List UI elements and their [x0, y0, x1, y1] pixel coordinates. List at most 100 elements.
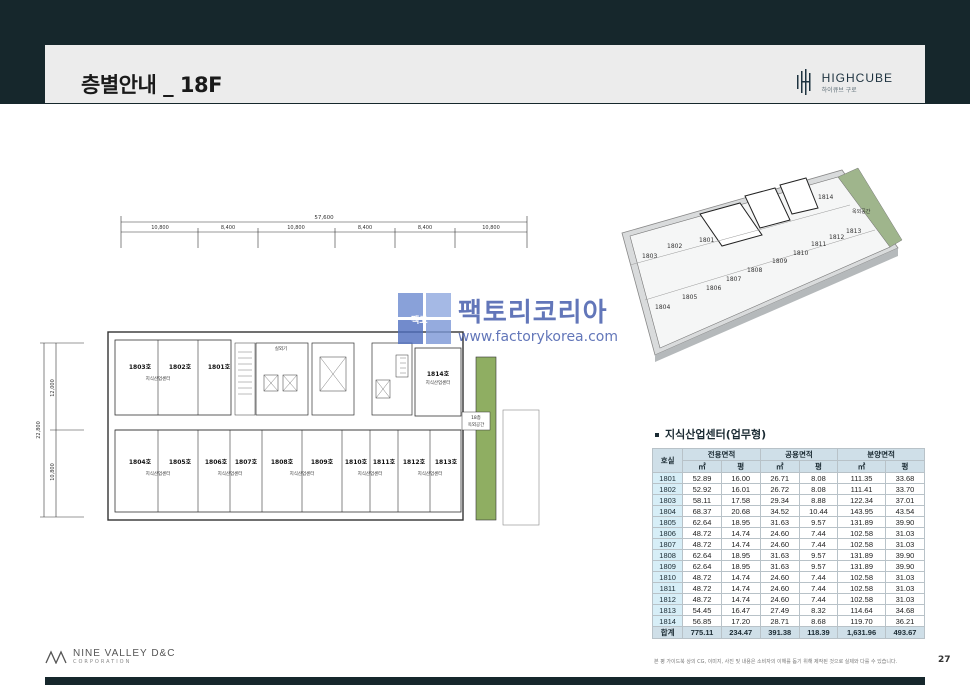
area-cell: 31.63: [759, 560, 800, 572]
area-cell: 31.03: [884, 593, 926, 605]
footer-company-name: NINE VALLEY D&C: [73, 648, 176, 659]
sub-m2: ㎡: [759, 460, 800, 473]
room-1809: 1809호: [311, 458, 334, 466]
table-row: 1808 62.64 18.95 31.63 9.57 131.89 39.90: [651, 549, 926, 561]
area-cell: 37.01: [884, 494, 926, 506]
room-1814-use: 지식산업센터: [426, 379, 451, 386]
dim-vertical-total: 22,800: [36, 421, 42, 439]
adjacent-building: [502, 409, 540, 526]
area-cell: 9.57: [798, 549, 839, 561]
isometric-view: [621, 167, 903, 362]
area-cell: 131.89: [837, 516, 886, 528]
total-cell: 234.47: [720, 626, 761, 639]
area-cell: 33.70: [884, 483, 926, 495]
area-cell: 8.88: [798, 494, 839, 506]
room-1808: 1808호: [271, 458, 294, 466]
stair-hatch: [238, 351, 406, 395]
room-1802: 1802호: [169, 363, 192, 371]
room-1811: 1811호: [373, 458, 396, 466]
area-cell: 119.70: [837, 615, 886, 627]
room-1812-use: 지식산업센터: [418, 470, 443, 477]
area-cell: 7.44: [798, 571, 839, 583]
outdoor-garden: [475, 356, 497, 521]
col-group-exclusive: 전용면적: [682, 448, 761, 461]
area-cell: 24.60: [759, 593, 800, 605]
dim-total: 57,600: [314, 215, 334, 221]
iso-unit-1804: 1804: [655, 304, 670, 311]
area-cell: 122.34: [837, 494, 886, 506]
area-cell: 31.03: [884, 582, 926, 594]
area-cell: 56.85: [682, 615, 722, 627]
area-cell: 26.72: [759, 483, 800, 495]
room-1808-use: 지식산업센터: [290, 470, 315, 477]
table-row: 1805 62.64 18.95 31.63 9.57 131.89 39.90: [651, 516, 926, 528]
table-row: 1813 54.45 16.47 27.49 8.32 114.64 34.68: [651, 604, 926, 616]
area-cell: 143.95: [837, 505, 886, 517]
area-cell: 39.90: [884, 549, 926, 561]
area-cell: 131.89: [837, 549, 886, 561]
bottom-band: [45, 677, 925, 685]
dim-4: 8,400: [358, 225, 372, 231]
sub-pyeong: 평: [884, 460, 926, 473]
area-cell: 58.11: [682, 494, 722, 506]
unit-cell: 1802: [651, 483, 684, 495]
area-cell: 48.72: [682, 571, 722, 583]
watermark-badge: 팩코: [411, 315, 428, 326]
area-cell: 31.03: [884, 527, 926, 539]
area-cell: 111.41: [837, 483, 886, 495]
total-cell: 493.67: [884, 626, 926, 639]
area-cell: 16.01: [720, 483, 761, 495]
area-cell: 102.58: [837, 538, 886, 550]
dim-5: 8,400: [418, 225, 432, 231]
col-unit: 호실: [651, 448, 684, 473]
room-1812: 1812호: [403, 458, 426, 466]
room-1803: 1803호: [129, 363, 152, 371]
area-cell: 8.08: [798, 483, 839, 495]
area-cell: 8.08: [798, 472, 839, 484]
dim-2: 8,400: [221, 225, 235, 231]
iso-unit-1808: 1808: [747, 267, 762, 274]
sub-pyeong: 평: [720, 460, 761, 473]
total-cell: 775.11: [682, 626, 722, 639]
sub-m2: ㎡: [682, 460, 722, 473]
unit-cell: 1814: [651, 615, 684, 627]
area-cell: 17.20: [720, 615, 761, 627]
area-cell: 20.68: [720, 505, 761, 517]
table-row: 1807 48.72 14.74 24.60 7.44 102.58 31.03: [651, 538, 926, 550]
area-cell: 131.89: [837, 560, 886, 572]
dim-6: 10,800: [482, 225, 500, 231]
area-cell: 52.92: [682, 483, 722, 495]
area-cell: 39.90: [884, 560, 926, 572]
area-cell: 7.44: [798, 593, 839, 605]
area-cell: 34.68: [884, 604, 926, 616]
area-cell: 48.72: [682, 527, 722, 539]
dim-vertical-top: 12,000: [50, 379, 56, 397]
unit-cell: 1811: [651, 582, 684, 594]
table-row: 1812 48.72 14.74 24.60 7.44 102.58 31.03: [651, 593, 926, 605]
table-body: 1801 52.89 16.00 26.71 8.08 111.35 33.68 1802 52…: [651, 472, 926, 627]
table-row: 1806 48.72 14.74 24.60 7.44 102.58 31.03: [651, 527, 926, 539]
area-cell: 31.63: [759, 549, 800, 561]
iso-unit-1802: 1802: [667, 243, 682, 250]
area-cell: 17.58: [720, 494, 761, 506]
area-cell: 36.21: [884, 615, 926, 627]
area-cell: 31.03: [884, 538, 926, 550]
watermark: 팩코 팩토리코리아 www.factorykorea.com: [398, 292, 618, 345]
area-cell: 14.74: [720, 538, 761, 550]
unit-cell: 1806: [651, 527, 684, 539]
area-cell: 102.58: [837, 582, 886, 594]
area-cell: 43.54: [884, 505, 926, 517]
room-1806: 1806호: [205, 458, 228, 466]
area-cell: 33.68: [884, 472, 926, 484]
garden-label-floor: 18층: [471, 414, 481, 421]
area-cell: 24.60: [759, 538, 800, 550]
room-1804-use: 지식산업센터: [146, 470, 171, 477]
area-cell: 18.95: [720, 549, 761, 561]
unit-cell: 1805: [651, 516, 684, 528]
area-cell: 10.44: [798, 505, 839, 517]
unit-cell: 1809: [651, 560, 684, 572]
area-cell: 29.34: [759, 494, 800, 506]
unit-cell: 1801: [651, 472, 684, 484]
area-cell: 7.44: [798, 582, 839, 594]
table-row: 1802 52.92 16.01 26.72 8.08 111.41 33.70: [651, 483, 926, 495]
